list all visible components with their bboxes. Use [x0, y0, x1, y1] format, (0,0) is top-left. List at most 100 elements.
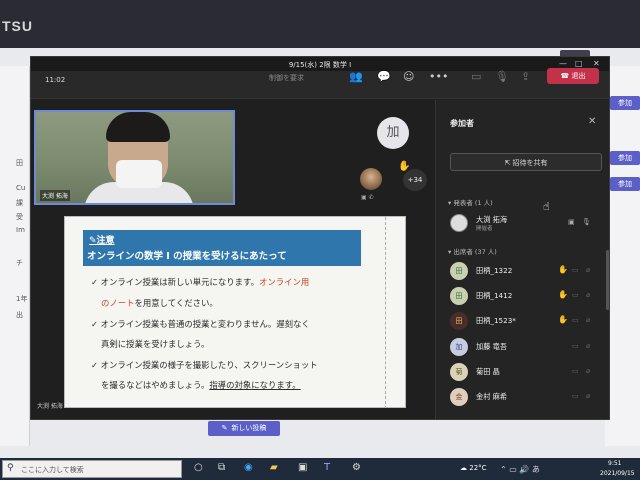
camera-off-icon: ▭ — [572, 291, 579, 299]
clock-time[interactable]: 9:51 — [608, 460, 621, 467]
mic-off-icon: ⌀ — [586, 266, 591, 274]
camera-off-icon: ▭ — [572, 316, 579, 324]
participant-photo-avatar[interactable] — [360, 168, 382, 190]
participant-row[interactable]: 菊 菊田 晶 ▭ ⌀ — [450, 363, 602, 383]
avatar: 田 — [450, 287, 468, 305]
pencil-icon: ✎ — [89, 236, 97, 246]
slide-line: ✓ オンライン授業も普通の授業と変わりません。遅刻なく — [91, 319, 310, 329]
system-tray-icons[interactable]: ⌃ ▭ 🔊 あ — [500, 464, 540, 475]
edit-icon: ✎ — [221, 424, 228, 432]
camera-icon: ▣ — [568, 218, 575, 226]
bg-left-item[interactable]: チ — [16, 258, 23, 268]
join-button[interactable]: 参加 — [610, 151, 640, 165]
participant-row[interactable]: 田 田柄_1412 ✋ ▭ ⌀ — [450, 287, 602, 307]
panel-scrollbar[interactable] — [606, 250, 609, 310]
presenter-label: 大渕 拓海 — [37, 403, 63, 410]
store-icon[interactable]: ▣ — [298, 462, 307, 473]
raised-hand-icon: ✋ — [558, 315, 568, 324]
camera-person-mask — [116, 160, 162, 188]
mic-off-icon: ⌀ — [586, 392, 591, 400]
more-options-icon[interactable]: ••• — [429, 70, 448, 83]
taskbar: ⚲ ここに入力して検索 ○ ⧉ ◉ ▰ ▣ T ⚙ ☁ 22°C ⌃ ▭ 🔊 あ… — [0, 458, 640, 480]
clock-date[interactable]: 2021/09/15 — [600, 470, 635, 477]
participant-row[interactable]: 大渕 拓海 開催者 ▣ 🎙 — [450, 214, 602, 234]
chat-icon[interactable]: 💬 — [377, 70, 391, 83]
panel-title: 参加者 — [450, 119, 474, 128]
avatar: 加 — [450, 338, 468, 356]
participant-row[interactable]: 田 田柄_1322 ✋ ▭ ⌀ — [450, 262, 602, 282]
mic-off-icon: ⌀ — [586, 367, 591, 375]
reactions-icon[interactable]: ☺ — [403, 70, 414, 83]
settings-icon[interactable]: ⚙ — [352, 462, 361, 473]
participant-row[interactable]: 加 加藤 竜吾 ▭ ⌀ — [450, 338, 602, 358]
microphone-icon: 🎙 — [582, 218, 591, 226]
search-placeholder: ここに入力して検索 — [21, 466, 84, 474]
close-icon[interactable]: ✕ — [593, 59, 600, 68]
leave-button[interactable]: ☎ 退出 — [547, 68, 599, 84]
slide-line: を撮るなどはやめましょう。指導の対象になります。 — [101, 380, 301, 390]
cortana-icon[interactable]: ○ — [194, 462, 203, 473]
mouse-cursor-icon: ☝ — [543, 200, 550, 213]
share-icon: ⇱ — [504, 159, 511, 167]
camera-off-icon: ▭ — [572, 342, 579, 350]
edge-icon[interactable]: ◉ — [244, 462, 253, 473]
taskbar-search[interactable]: ⚲ ここに入力して検索 — [2, 460, 182, 478]
avatar — [450, 214, 468, 232]
bg-left-item[interactable]: 田 — [16, 158, 23, 168]
slide-notice: ✎注意 — [89, 236, 115, 246]
mic-off-icon: ⌀ — [586, 291, 591, 299]
meeting-window: 9/15(水) 2限 数学 I — □ ✕ 11:02 制御を要求 👥 💬 ☺ … — [30, 56, 610, 420]
task-view-icon[interactable]: ⧉ — [218, 462, 225, 473]
bg-left-item[interactable]: 受 — [16, 212, 23, 222]
shared-slide: ✎注意 オンラインの数学 I の授業を受けるにあたって ✓ オンライン授業は新し… — [64, 216, 406, 408]
slide-title: オンラインの数学 I の授業を受けるにあたって — [87, 251, 287, 262]
file-explorer-icon[interactable]: ▰ — [270, 462, 278, 473]
join-button[interactable]: 参加 — [610, 177, 640, 191]
join-button[interactable]: 参加 — [610, 96, 640, 110]
call-timer: 11:02 — [45, 76, 66, 84]
background-app-header: TSU — [0, 0, 640, 48]
more-participants-badge[interactable]: +34 — [403, 169, 427, 191]
slide-margin-line — [385, 217, 386, 407]
raised-hand-icon: ✋ — [558, 290, 568, 299]
bg-left-item[interactable]: 出 — [16, 310, 23, 320]
bg-left-item[interactable]: 1年 — [16, 294, 27, 304]
slide-line: のノートを用意してください。 — [101, 298, 218, 308]
phone-icon: ☎ — [560, 72, 570, 80]
share-invite-button[interactable]: ⇱ 招待を共有 — [450, 153, 602, 171]
bg-left-item[interactable]: Im — [16, 226, 25, 234]
participant-row[interactable]: 田 田柄_1523* ✋ ▭ ⌀ — [450, 312, 602, 332]
raised-hand-icon: ✋ — [558, 265, 568, 274]
camera-name-label: 大渕 拓海 — [40, 190, 70, 201]
mic-off-icon[interactable]: 🎙 — [495, 70, 509, 83]
close-panel-icon[interactable]: ✕ — [588, 116, 596, 127]
attendees-header[interactable]: ▾ 出席者 (37 人) — [448, 246, 497, 256]
camera-off-icon: ▭ — [572, 392, 579, 400]
window-titlebar: 9/15(水) 2限 数学 I — □ ✕ — [31, 57, 609, 71]
camera-off-icon: ▭ — [572, 367, 579, 375]
avatar: 田 — [450, 262, 468, 280]
maximize-icon[interactable]: □ — [575, 59, 583, 68]
participants-icon[interactable]: 👥 — [349, 70, 363, 83]
teams-icon[interactable]: T — [324, 462, 330, 473]
weather-widget[interactable]: ☁ 22°C — [460, 464, 487, 472]
slide-line: ✓ オンライン授業の様子を撮影したり、スクリーンショット — [91, 360, 318, 370]
new-post-button[interactable]: ✎ 新しい投稿 — [208, 421, 280, 436]
participants-panel: 参加者 ✕ ⇱ 招待を共有 ▾ 発表者 (1 人) 大渕 拓海 開催者 ▣ 🎙 … — [435, 100, 609, 419]
weather-icon: ☁ — [460, 464, 467, 472]
participant-avatar[interactable]: 加 — [377, 117, 409, 149]
minimize-icon[interactable]: — — [559, 59, 567, 68]
request-control-button[interactable]: 制御を要求 — [269, 73, 304, 83]
bg-left-item[interactable]: 課 — [16, 198, 23, 208]
share-screen-icon[interactable]: ⇪ — [521, 70, 530, 83]
bg-left-item[interactable]: Cu — [16, 184, 25, 192]
participant-row[interactable]: 金 金村 麻希 ▭ ⌀ — [450, 388, 602, 408]
camera-tile[interactable]: 大渕 拓海 — [34, 110, 235, 205]
presenters-header[interactable]: ▾ 発表者 (1 人) — [448, 197, 493, 207]
avatar: 金 — [450, 388, 468, 406]
camera-off-icon[interactable]: ▭ — [471, 70, 481, 83]
brand-logo: TSU — [2, 18, 33, 34]
background-right-column — [605, 66, 640, 446]
mic-off-icon: ⌀ — [586, 316, 591, 324]
avatar: 田 — [450, 312, 468, 330]
